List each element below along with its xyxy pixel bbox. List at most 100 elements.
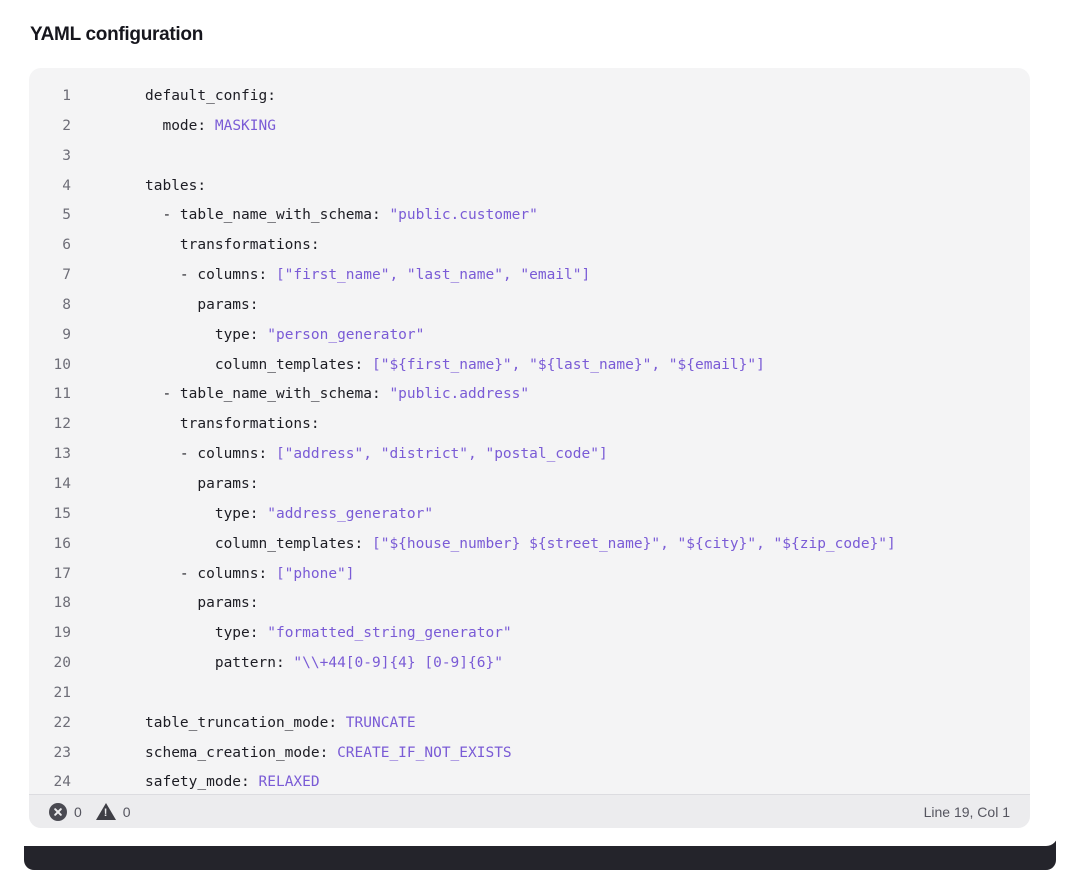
code-line[interactable]: 19 type: "formatted_string_generator" — [29, 619, 1030, 649]
line-text: params: — [145, 470, 259, 500]
line-number: 15 — [53, 505, 71, 522]
line-number: 2 — [62, 117, 71, 134]
yaml-key: - table_name_with_schema: — [162, 207, 390, 224]
yaml-key: transformations: — [179, 237, 320, 254]
line-number: 8 — [62, 296, 71, 313]
code-line[interactable]: 21 — [29, 679, 1030, 709]
line-number: 4 — [62, 177, 71, 194]
yaml-key: params: — [197, 475, 259, 492]
line-number: 13 — [53, 446, 71, 463]
section-title: YAML configuration — [30, 24, 203, 45]
code-line[interactable]: 14 params: — [29, 470, 1030, 500]
yaml-value: ["address", "district", "postal_code"] — [275, 446, 608, 463]
yaml-editor[interactable]: 1 default_config: 2 mode: MASKING 3 4 tables:… — [29, 68, 1030, 828]
yaml-key: default_config: — [145, 88, 276, 104]
code-line[interactable]: 17 - columns: ["phone"] — [29, 560, 1030, 590]
yaml-key: tables: — [145, 177, 207, 194]
yaml-key: - columns: — [179, 446, 276, 463]
code-line[interactable]: 22 table_truncation_mode: TRUNCATE — [29, 709, 1030, 739]
line-text: type: "address_generator" — [145, 500, 433, 530]
yaml-value: TRUNCATE — [345, 714, 416, 731]
yaml-key: column_templates: — [214, 535, 372, 552]
code-line[interactable]: 1 default_config: — [29, 82, 1030, 112]
yaml-value: "address_generator" — [267, 505, 434, 522]
code-line[interactable]: 12 transformations: — [29, 410, 1030, 440]
warning-count: 0 — [122, 803, 131, 820]
code-line[interactable]: 3 — [29, 142, 1030, 172]
yaml-key: - table_name_with_schema: — [162, 386, 390, 403]
line-number: 7 — [62, 267, 71, 284]
code-line[interactable]: 11 - table_name_with_schema: "public.add… — [29, 380, 1030, 410]
line-number: 6 — [62, 237, 71, 254]
line-text: transformations: — [145, 231, 320, 261]
line-text: transformations: — [145, 410, 320, 440]
error-count: 0 — [74, 803, 82, 820]
line-number: 5 — [62, 207, 71, 224]
yaml-value: ["${house_number} ${street_name}", "${ci… — [371, 535, 896, 552]
code-line[interactable]: 7 - columns: ["first_name", "last_name",… — [29, 261, 1030, 291]
code-line[interactable]: 2 mode: MASKING — [29, 112, 1030, 142]
warning-icon[interactable]: ! — [95, 803, 116, 820]
line-number: 11 — [53, 386, 71, 403]
yaml-value: "public.address" — [389, 386, 530, 403]
code-line[interactable]: 20 pattern: "\\+44[0-9]{4} [0-9]{6}" — [29, 649, 1030, 679]
line-number: 16 — [53, 535, 71, 552]
code-line[interactable]: 23 schema_creation_mode: CREATE_IF_NOT_EX… — [29, 739, 1030, 769]
code-line[interactable]: 13 - columns: ["address", "district", "p… — [29, 440, 1030, 470]
line-text: table_truncation_mode: TRUNCATE — [145, 709, 416, 739]
line-text: - table_name_with_schema: "public.addres… — [145, 380, 529, 410]
code-line[interactable]: 16 column_templates: ["${house_number} $… — [29, 530, 1030, 560]
code-line[interactable]: 18 params: — [29, 589, 1030, 619]
yaml-key: mode: — [162, 117, 215, 134]
line-number: 18 — [53, 595, 71, 612]
yaml-key: params: — [197, 296, 259, 313]
yaml-key: table_truncation_mode: — [145, 714, 346, 731]
yaml-value: MASKING — [214, 117, 276, 134]
code-line[interactable]: 5 - table_name_with_schema: "public.cust… — [29, 201, 1030, 231]
yaml-key: transformations: — [179, 416, 320, 433]
line-number: 17 — [53, 565, 71, 582]
line-number: 3 — [62, 147, 71, 164]
error-icon[interactable] — [49, 802, 67, 821]
yaml-value: "public.customer" — [389, 207, 538, 224]
line-text: params: — [145, 589, 259, 619]
code-area[interactable]: 1 default_config: 2 mode: MASKING 3 4 tables:… — [29, 82, 1030, 794]
line-text: pattern: "\\+44[0-9]{4} [0-9]{6}" — [145, 649, 503, 679]
yaml-value: ["phone"] — [275, 565, 355, 582]
yaml-key: - columns: — [179, 267, 276, 284]
code-line[interactable]: 10 column_templates: ["${first_name}", "… — [29, 351, 1030, 381]
line-text: mode: MASKING — [145, 112, 276, 142]
code-line[interactable]: 15 type: "address_generator" — [29, 500, 1030, 530]
yaml-value: "\\+44[0-9]{4} [0-9]{6}" — [293, 655, 503, 672]
yaml-key: safety_mode: — [145, 774, 259, 791]
line-text: column_templates: ["${house_number} ${st… — [145, 530, 896, 560]
line-text: column_templates: ["${first_name}", "${l… — [145, 351, 765, 381]
line-text: - columns: ["phone"] — [145, 560, 355, 590]
line-text: schema_creation_mode: CREATE_IF_NOT_EXIS… — [145, 739, 512, 769]
yaml-key: type: — [214, 505, 268, 522]
code-line[interactable]: 8 params: — [29, 291, 1030, 321]
code-line[interactable]: 9 type: "person_generator" — [29, 321, 1030, 351]
line-number: 14 — [53, 475, 71, 492]
line-number: 20 — [53, 655, 71, 672]
code-line[interactable]: 6 transformations: — [29, 231, 1030, 261]
yaml-key: pattern: — [214, 655, 294, 672]
line-text: params: — [145, 291, 259, 321]
editor-status-bar: 0 ! 0 Line 19, Col 1 — [29, 794, 1030, 828]
yaml-key: params: — [197, 595, 259, 612]
code-line[interactable]: 4 tables: — [29, 172, 1030, 202]
yaml-key: schema_creation_mode: — [145, 744, 338, 761]
line-text: - columns: ["address", "district", "post… — [145, 440, 608, 470]
